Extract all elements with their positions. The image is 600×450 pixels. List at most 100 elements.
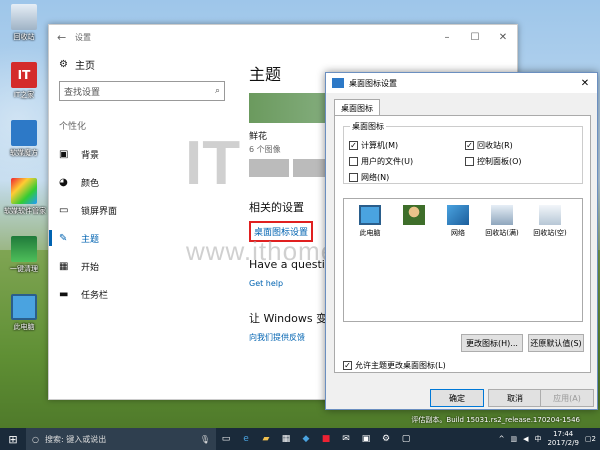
microphone-icon: 🎙 bbox=[199, 434, 210, 444]
mail-icon[interactable]: ✉ bbox=[336, 428, 356, 450]
evaluation-build-text: 评估副本。Build 15031.rs2_release.170204-1546 bbox=[411, 416, 580, 424]
desktop-icon-settings-dialog: 桌面图标设置 ✕ 桌面图标 桌面图标 ✓ 计算机(M) ✓ 回收站(R) 用户的… bbox=[325, 72, 598, 410]
clock[interactable]: 17:44 2017/2/9 bbox=[547, 430, 578, 448]
recycle-bin-empty-icon bbox=[539, 205, 561, 225]
file-explorer-icon[interactable]: ▰ bbox=[256, 428, 276, 450]
computer-icon bbox=[11, 294, 37, 320]
notification-icon[interactable]: ▢2 bbox=[585, 435, 596, 443]
app-icon[interactable]: ◆ bbox=[296, 428, 316, 450]
apply-button[interactable]: 应用(A) bbox=[540, 389, 594, 407]
cube-icon bbox=[11, 120, 37, 146]
checkbox-label: 回收站(R) bbox=[477, 141, 513, 150]
desktop-icon-label: 软媒魔方 bbox=[10, 149, 38, 157]
checkbox-unchecked-icon bbox=[465, 157, 474, 166]
start-button[interactable]: ⊞ bbox=[0, 428, 26, 450]
nav-home[interactable]: ⚙ 主页 bbox=[59, 53, 239, 75]
minimize-button[interactable]: – bbox=[433, 32, 461, 43]
clock-date: 2017/2/9 bbox=[547, 439, 579, 447]
icon-recycle-full[interactable]: 回收站(满) bbox=[480, 205, 524, 238]
settings-taskbar-icon[interactable]: ⚙ bbox=[376, 428, 396, 450]
theme-thumbnail[interactable] bbox=[249, 159, 289, 177]
taskbar-search[interactable]: ○ 搜索: 键入或说出 🎙 bbox=[26, 428, 216, 450]
taskbar-search-text: 搜索: 键入或说出 bbox=[44, 434, 107, 444]
change-icon-button[interactable]: 更改图标(H)... bbox=[461, 334, 523, 352]
icon-this-pc[interactable]: 此电脑 bbox=[348, 205, 392, 238]
checkbox-unchecked-icon bbox=[349, 157, 358, 166]
broom-icon bbox=[11, 236, 37, 262]
search-placeholder: 查找设置 bbox=[64, 87, 101, 98]
edge-icon[interactable]: e bbox=[236, 428, 256, 450]
gear-icon: ⚙ bbox=[59, 58, 68, 70]
maximize-button[interactable]: ☐ bbox=[461, 32, 489, 43]
checkbox-network[interactable]: 网络(N) bbox=[349, 172, 389, 183]
nav-item-label: 背景 bbox=[81, 150, 100, 161]
volume-icon[interactable]: ◀ bbox=[523, 435, 528, 443]
allow-themes-checkbox[interactable]: ✓ 允许主题更改桌面图标(L) bbox=[343, 360, 446, 371]
checkbox-checked-icon: ✓ bbox=[465, 141, 474, 150]
desktop-icon-recycle-bin[interactable]: 回收站 bbox=[4, 4, 44, 42]
restore-default-button[interactable]: 还原默认值(S) bbox=[528, 334, 584, 352]
brush-icon: ✎ bbox=[59, 232, 68, 244]
ime-icon[interactable]: 中 bbox=[534, 434, 541, 444]
checkbox-label: 控制面板(O) bbox=[477, 157, 522, 166]
desktop-icon-cleanup[interactable]: 一键清理 bbox=[4, 236, 44, 274]
nav-item-lock-screen[interactable]: ▭ 锁屏界面 bbox=[59, 196, 239, 224]
checkbox-user-files[interactable]: 用户的文件(U) bbox=[349, 156, 413, 167]
tab-desktop-icons[interactable]: 桌面图标 bbox=[334, 99, 380, 116]
nav-item-label: 任务栏 bbox=[81, 290, 109, 301]
task-view-icon[interactable]: ▭ bbox=[216, 428, 236, 450]
icon-user-files[interactable] bbox=[392, 205, 436, 228]
ithome-icon: IT bbox=[11, 62, 37, 88]
ithome-taskbar-icon[interactable]: ■ bbox=[316, 428, 336, 450]
network-icon bbox=[447, 205, 469, 225]
dialog-titlebar: 桌面图标设置 ✕ bbox=[326, 73, 597, 93]
system-tray: ^ ▥ ◀ 中 17:44 2017/2/9 ▢2 bbox=[499, 428, 596, 450]
checkbox-checked-icon: ✓ bbox=[349, 141, 358, 150]
close-button[interactable]: ✕ bbox=[489, 32, 517, 43]
search-icon: ⌕ bbox=[214, 86, 220, 96]
checkbox-control-panel[interactable]: 控制面板(O) bbox=[465, 156, 522, 167]
nav-item-label: 锁屏界面 bbox=[81, 206, 118, 217]
group-title: 桌面图标 bbox=[350, 121, 386, 132]
settings-titlebar: ← 设置 – ☐ ✕ bbox=[49, 25, 517, 49]
desktop-icon-label: 回收站 bbox=[13, 33, 35, 41]
clock-time: 17:44 bbox=[553, 430, 574, 438]
photos-icon[interactable]: ▣ bbox=[356, 428, 376, 450]
checkbox-unchecked-icon bbox=[349, 173, 358, 182]
nav-item-label: 主题 bbox=[81, 234, 100, 245]
watermark-logo: IT bbox=[185, 129, 241, 198]
dialog-tabs: 桌面图标 bbox=[332, 99, 591, 116]
desktop-icon-software-manager[interactable]: 软媒软件管家 bbox=[4, 178, 46, 216]
dialog-close-button[interactable]: ✕ bbox=[573, 78, 597, 89]
checkbox-checked-icon: ✓ bbox=[343, 361, 352, 370]
recycle-bin-icon bbox=[11, 4, 37, 30]
desktop-icon-label: 此电脑 bbox=[13, 323, 35, 331]
settings-nav: ⚙ 主页 查找设置 ⌕ 个性化 ▣ 背景 ◕ 颜色 ▭ 锁屏界面 ✎ 主题 ▦ … bbox=[49, 49, 239, 399]
store-icon[interactable]: ▦ bbox=[276, 428, 296, 450]
settings-search-input[interactable]: 查找设置 ⌕ bbox=[59, 81, 225, 101]
chevron-up-icon[interactable]: ^ bbox=[499, 435, 505, 443]
icon-label: 网络 bbox=[451, 229, 465, 237]
icon-recycle-empty[interactable]: 回收站(空) bbox=[528, 205, 572, 238]
picture-icon: ▣ bbox=[59, 148, 69, 160]
recycle-bin-full-icon bbox=[491, 205, 513, 225]
network-tray-icon[interactable]: ▥ bbox=[510, 435, 517, 443]
computer-icon bbox=[359, 205, 381, 225]
checkbox-recycle-bin[interactable]: ✓ 回收站(R) bbox=[465, 140, 513, 151]
nav-item-taskbar[interactable]: ▬ 任务栏 bbox=[59, 280, 239, 308]
taskbar-icon: ▬ bbox=[59, 288, 69, 300]
desktop-icon-ithome[interactable]: IT IT之家 bbox=[4, 62, 44, 100]
icon-network[interactable]: 网络 bbox=[436, 205, 480, 238]
desktop-settings-taskbar-icon[interactable]: ▢ bbox=[396, 428, 416, 450]
checkbox-computer[interactable]: ✓ 计算机(M) bbox=[349, 140, 398, 151]
monitor-icon bbox=[332, 78, 344, 88]
start-icon: ▦ bbox=[59, 260, 69, 272]
checkbox-label: 网络(N) bbox=[361, 173, 390, 182]
cancel-button[interactable]: 取消 bbox=[488, 389, 542, 407]
back-arrow-icon[interactable]: ← bbox=[57, 31, 75, 44]
dialog-title: 桌面图标设置 bbox=[349, 78, 397, 88]
desktop-icon-ruanmei-mofang[interactable]: 软媒魔方 bbox=[4, 120, 44, 158]
notification-count: 2 bbox=[591, 435, 596, 443]
ok-button[interactable]: 确定 bbox=[430, 389, 484, 407]
desktop-icon-this-pc[interactable]: 此电脑 bbox=[4, 294, 44, 332]
